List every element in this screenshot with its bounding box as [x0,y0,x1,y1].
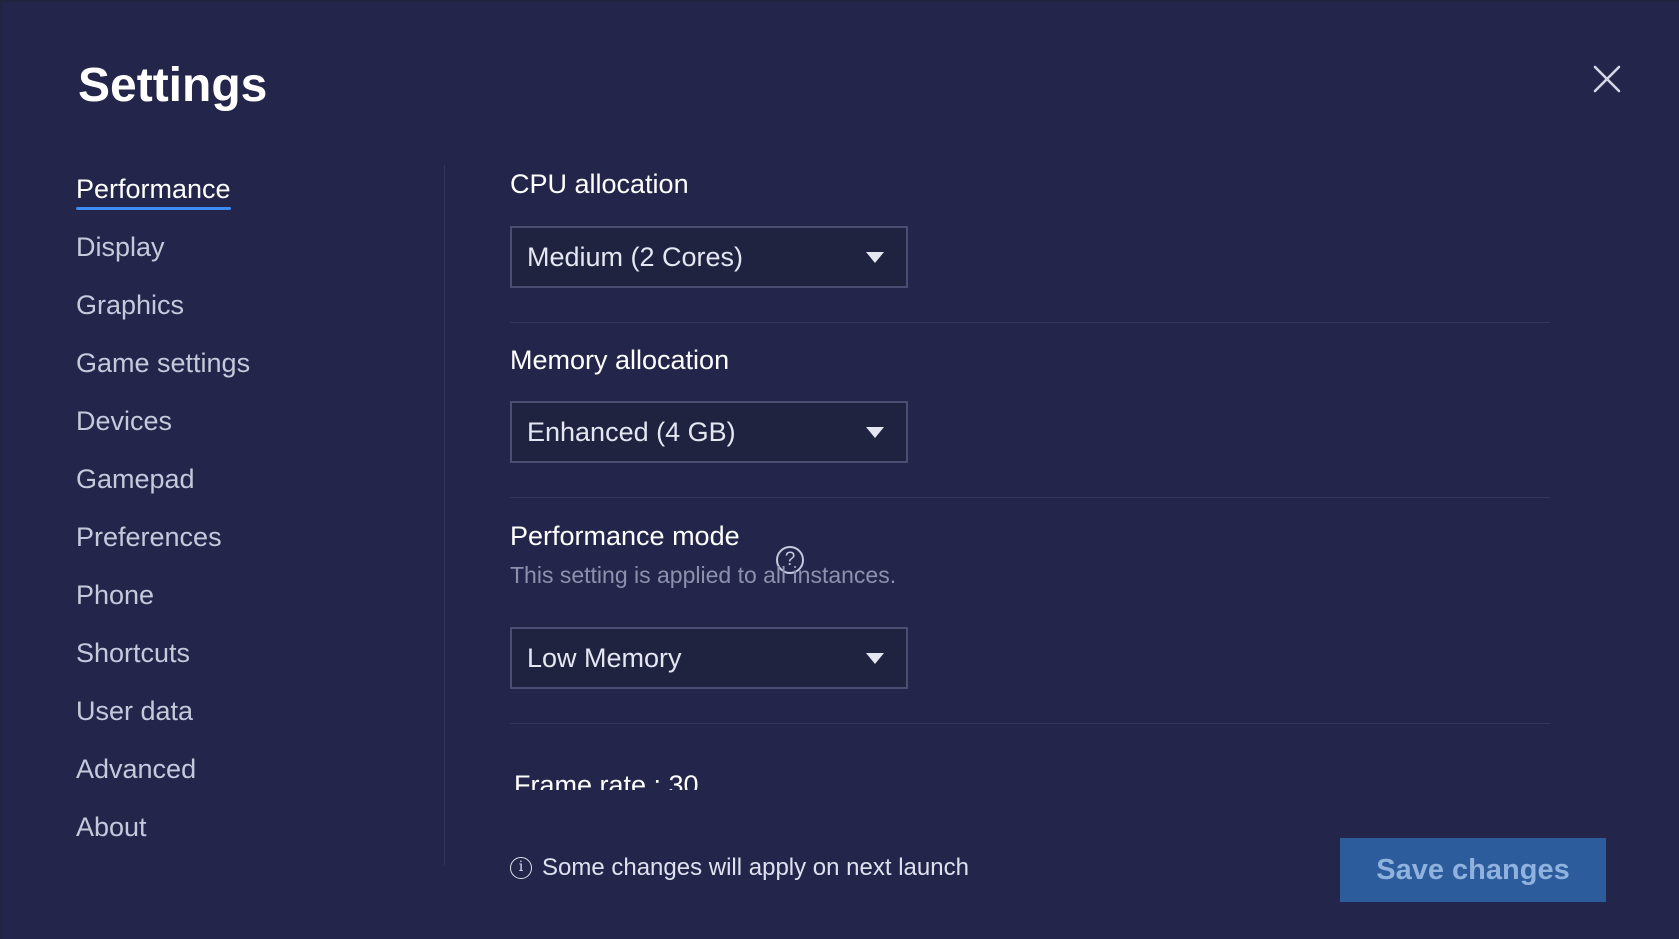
cpu-allocation-value: Medium (2 Cores) [527,242,744,272]
sidebar-item-shortcuts[interactable]: Shortcuts [76,636,190,670]
memory-allocation-select[interactable]: Enhanced (4 GB) [510,401,908,463]
cpu-allocation-label: CPU allocation [510,169,689,199]
sidebar-item-performance[interactable]: Performance [76,172,231,210]
caret-down-icon [866,653,884,664]
sidebar-item-gamepad[interactable]: Gamepad [76,462,195,496]
section-divider [510,723,1550,724]
sidebar-item-game-settings[interactable]: Game settings [76,346,250,380]
sidebar-item-display[interactable]: Display [76,230,165,264]
performance-mode-select[interactable]: Low Memory [510,627,908,689]
save-changes-button[interactable]: Save changes [1340,838,1606,902]
close-icon [1593,65,1621,93]
performance-mode-value: Low Memory [527,643,682,673]
performance-mode-label: Performance mode [510,521,740,551]
performance-mode-note: This setting is applied to all instances… [510,562,897,588]
restart-notice: i Some changes will apply on next launch [510,854,969,882]
cpu-allocation-select[interactable]: Medium (2 Cores) [510,226,908,288]
sidebar-item-devices[interactable]: Devices [76,404,172,438]
sidebar-item-preferences[interactable]: Preferences [76,520,222,554]
sidebar-item-advanced[interactable]: Advanced [76,752,196,786]
memory-allocation-value: Enhanced (4 GB) [527,417,736,447]
section-divider [510,497,1550,498]
sidebar-item-user-data[interactable]: User data [76,694,193,728]
close-button[interactable] [1590,62,1624,96]
restart-notice-text: Some changes will apply on next launch [542,854,969,881]
caret-down-icon [866,252,884,263]
sidebar-divider [444,165,445,865]
sidebar-item-about[interactable]: About [76,810,147,844]
caret-down-icon [866,427,884,438]
memory-allocation-label: Memory allocation [510,345,730,375]
sidebar-item-graphics[interactable]: Graphics [76,288,184,322]
section-divider [510,322,1550,323]
sidebar-item-phone[interactable]: Phone [76,578,154,612]
page-title: Settings [78,59,268,112]
info-icon: i [510,857,532,879]
frame-rate-label: Frame rate : 30 [514,770,699,790]
performance-panel: CPU allocation Medium (2 Cores) Memory a… [510,165,1550,790]
